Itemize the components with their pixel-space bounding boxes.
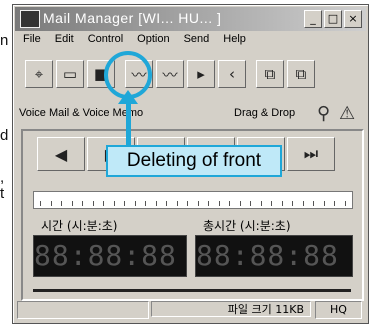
slider-tick [302,201,304,206]
slider-tick [218,201,220,206]
menu-send[interactable]: Send [184,33,210,51]
total-time-label: 총시간 (시:분:초) [203,219,291,233]
slider-tick [40,201,41,206]
side-letter-n: n [0,32,9,49]
window-title: Mail Manager [WI... HU... ] [43,10,222,26]
menu-control[interactable]: Control [88,33,123,51]
total-time-display: 88:88:88 [195,235,353,277]
voice-mail-label: Voice Mail & Voice Memo [19,107,144,119]
file-size-status: 파일 크기 11KB [151,301,311,317]
side-letter-t: t [0,185,5,202]
slider-tick [229,201,230,206]
open-icon[interactable]: ▭ [56,60,84,88]
slider-tick [344,201,346,206]
close-button[interactable]: × [344,10,362,28]
slider-tick [197,201,199,206]
info-bar: Voice Mail & Voice Memo Drag & Drop ⚲ ⚠ [19,103,362,125]
slider-tick [250,201,251,206]
title-bar[interactable]: Mail Manager [WI... HU... ] _ □ × [15,7,366,31]
slider-tick [113,201,115,206]
callout-label: Deleting of front [106,145,282,177]
maximize-button[interactable]: □ [324,10,342,28]
drag-drop-label: Drag & Drop [234,107,296,119]
slider-tick [134,201,136,206]
menu-edit[interactable]: Edit [55,33,74,51]
side-comma: , [0,169,5,186]
slider-tick [208,201,209,206]
rewind-button[interactable]: ◀ [37,137,85,171]
status-bar: 파일 크기 11KB HQ [17,301,364,319]
menu-file[interactable]: File [23,33,41,51]
menu-bar: File Edit Control Option Send Help [17,33,364,51]
skip-icon[interactable]: ▸ [187,60,215,88]
slider-tick [292,201,293,206]
slider-tick [50,201,52,206]
window-tile-icon[interactable]: ⧉ [256,60,284,88]
toolbar: ⌖ ▭ ■ 〰 〰 ▸ ‹ ⧉ ⧉ [17,57,364,91]
warning-icon[interactable]: ⚠ [339,103,355,124]
slider-tick [260,201,262,206]
slider-tick [103,201,104,206]
side-letter-d: d [0,127,9,144]
slider-tick [92,201,94,206]
slider-tick [82,201,83,206]
slider-tick [271,201,272,206]
position-slider[interactable] [33,191,353,209]
slider-tick [313,201,314,206]
window-cascade-icon[interactable]: ⧉ [287,60,315,88]
slider-tick [176,201,178,206]
elapsed-time-display: 88:88:88 [33,235,187,277]
time-label: 시간 (시:분:초) [41,219,118,233]
new-icon[interactable]: ⌖ [25,60,53,88]
slider-tick [124,201,125,206]
slider-tick [166,201,167,206]
slider-tick [239,201,241,206]
slider-tick [155,201,157,206]
slider-tick [334,201,335,206]
slider-tick [61,201,62,206]
next-button[interactable]: ⏭ [287,137,335,171]
status-empty [17,301,149,319]
slider-tick [281,201,283,206]
menu-help[interactable]: Help [223,33,246,51]
menu-option[interactable]: Option [137,33,169,51]
delete-back-icon[interactable]: 〰 [156,60,184,88]
slider-tick [71,201,73,206]
back-icon[interactable]: ‹ [218,60,246,88]
level-meter [33,289,351,292]
app-icon [20,10,40,28]
quality-status: HQ [315,301,362,319]
slider-tick [187,201,188,206]
slider-tick [323,201,325,206]
minimize-button[interactable]: _ [304,10,322,28]
drop-target-icon[interactable]: ⚲ [317,103,330,124]
slider-tick [145,201,146,206]
callout-line [126,99,131,145]
